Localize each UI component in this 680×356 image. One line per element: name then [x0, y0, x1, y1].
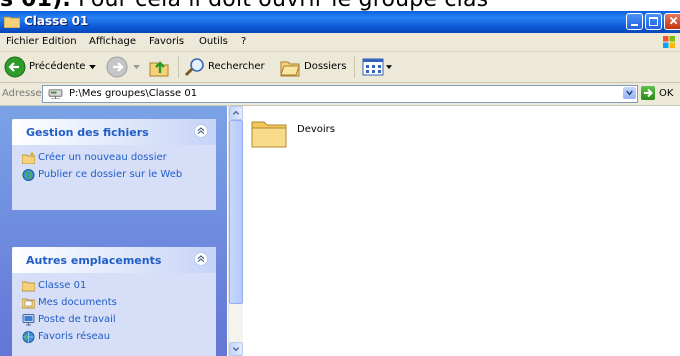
place-network-label: Favoris réseau	[38, 331, 111, 342]
chevron-up-icon	[232, 110, 240, 115]
chevron-down-icon	[232, 347, 240, 352]
scroll-down-button[interactable]	[229, 342, 243, 356]
address-dropdown-button[interactable]	[623, 87, 636, 99]
menu-bar: Fichier Edition Affichage Favoris Outils…	[0, 33, 680, 52]
back-dropdown-icon[interactable]	[89, 65, 96, 70]
task-pane: Gestion des fichiers Créer un nouveau do…	[0, 106, 227, 356]
folder-label[interactable]: Devoirs	[297, 124, 335, 135]
go-button[interactable]	[641, 86, 655, 100]
windows-logo-icon	[663, 36, 675, 48]
maximize-button[interactable]	[645, 13, 662, 30]
views-dropdown-icon[interactable]	[386, 65, 392, 70]
folder-icon	[22, 281, 35, 292]
search-icon[interactable]	[184, 56, 206, 78]
place-my-documents[interactable]: Mes documents	[12, 297, 216, 309]
file-list: Devoirs	[243, 106, 680, 356]
network-globe-icon	[22, 331, 35, 343]
chevron-down-icon	[626, 90, 633, 96]
minimize-button[interactable]	[626, 13, 643, 30]
task-publish-web[interactable]: Publier ce dossier sur le Web	[12, 169, 216, 181]
computer-icon	[22, 314, 35, 326]
forward-arrow-icon[interactable]	[106, 56, 128, 78]
title-bar[interactable]: Classe 01	[0, 11, 680, 33]
collapse-button[interactable]	[194, 124, 208, 138]
folder-up-icon[interactable]	[148, 56, 170, 78]
go-label[interactable]: OK	[659, 88, 673, 99]
toolbar: Précédente Rechercher Dossiers	[0, 52, 680, 83]
globe-icon	[22, 169, 35, 181]
other-places-header[interactable]: Autres emplacements	[12, 247, 216, 273]
close-icon	[669, 16, 678, 25]
vertical-scrollbar[interactable]	[228, 106, 243, 356]
back-button-label[interactable]: Précédente	[29, 61, 85, 72]
back-arrow-icon[interactable]	[4, 56, 26, 78]
menu-favoris[interactable]: Favoris	[149, 36, 184, 47]
file-tasks-group: Gestion des fichiers Créer un nouveau do…	[12, 119, 216, 210]
scroll-up-button[interactable]	[229, 106, 243, 120]
forward-dropdown-icon[interactable]	[133, 65, 140, 70]
place-classe-01[interactable]: Classe 01	[12, 280, 216, 292]
menu-help[interactable]: ?	[241, 36, 246, 47]
place-my-computer-label: Poste de travail	[38, 314, 116, 325]
double-chevron-up-icon	[197, 127, 205, 134]
place-network[interactable]: Favoris réseau	[12, 331, 216, 343]
address-value: P:\Mes groupes\Classe 01	[69, 88, 198, 99]
my-documents-icon	[22, 298, 35, 309]
place-classe-01-label: Classe 01	[38, 280, 87, 291]
views-icon[interactable]	[362, 58, 384, 76]
toolbar-separator	[178, 56, 179, 78]
address-field[interactable]: P:\Mes groupes\Classe 01	[42, 85, 638, 103]
menu-fichier[interactable]: Fichier	[6, 36, 39, 47]
doc-bold-text: s 01).	[0, 0, 71, 11]
doc-text: Pour cela il doit ouvrir le groupe clas	[71, 0, 488, 11]
address-label: Adresse	[2, 88, 42, 99]
folders-icon[interactable]	[279, 56, 301, 78]
double-chevron-up-icon	[197, 255, 205, 262]
scroll-thumb[interactable]	[229, 120, 243, 304]
document-text-line: s 01). Pour cela il doit ouvrir le group…	[0, 0, 680, 11]
file-tasks-title: Gestion des fichiers	[26, 126, 149, 139]
new-folder-icon	[22, 152, 35, 164]
other-places-group: Autres emplacements Classe 01 Mes docume…	[12, 247, 216, 356]
explorer-content: Gestion des fichiers Créer un nouveau do…	[0, 106, 680, 356]
folder-icon[interactable]	[251, 116, 287, 148]
place-my-computer[interactable]: Poste de travail	[12, 314, 216, 326]
toolbar-separator	[354, 56, 355, 78]
folder-icon	[4, 16, 20, 28]
collapse-button[interactable]	[194, 252, 208, 266]
task-new-folder[interactable]: Créer un nouveau dossier	[12, 152, 216, 164]
file-tasks-header[interactable]: Gestion des fichiers	[12, 119, 216, 145]
menu-outils[interactable]: Outils	[199, 36, 228, 47]
close-button[interactable]	[664, 13, 680, 30]
folders-button-label[interactable]: Dossiers	[304, 61, 347, 72]
menu-affichage[interactable]: Affichage	[89, 36, 136, 47]
place-my-documents-label: Mes documents	[38, 297, 117, 308]
explorer-window: Classe 01 Fichier Edition Affichage Favo…	[0, 11, 680, 356]
task-publish-web-label: Publier ce dossier sur le Web	[38, 169, 183, 180]
menu-edition[interactable]: Edition	[42, 36, 77, 47]
go-arrow-icon	[644, 88, 653, 98]
task-new-folder-label: Créer un nouveau dossier	[38, 152, 167, 163]
other-places-title: Autres emplacements	[26, 254, 162, 267]
address-bar: Adresse P:\Mes groupes\Classe 01 OK	[0, 83, 680, 106]
window-title: Classe 01	[24, 14, 89, 28]
network-drive-icon	[48, 89, 63, 99]
search-button-label[interactable]: Rechercher	[208, 61, 265, 72]
